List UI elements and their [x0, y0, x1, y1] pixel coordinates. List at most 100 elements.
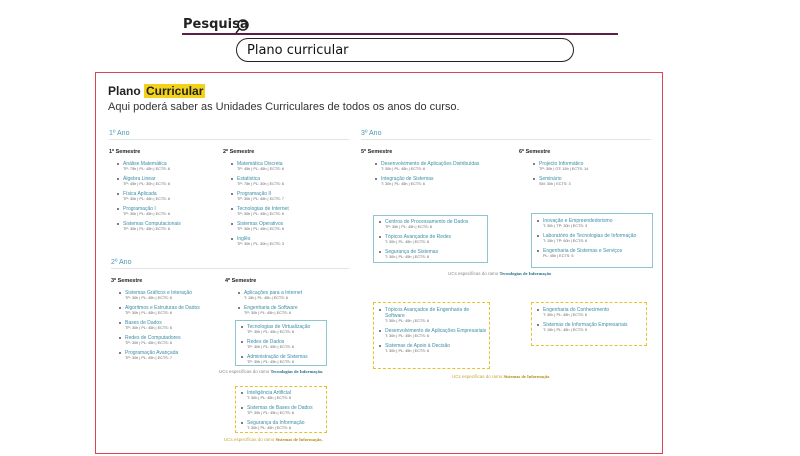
course-item: Análise Matemática TP: 75h | PL: 45h | EC… [116, 161, 216, 172]
course-details: TP: 30h | PL: 45h | ECTS: 6 [247, 411, 294, 415]
divider [361, 139, 651, 140]
note-text: UCs específicas do ramo [452, 374, 503, 379]
course-details: TP: 30h | OT: 15h | ECTS: 14 [539, 167, 589, 171]
course-details: TP: 30h | PL: 45h | ECTS: 6 [125, 296, 172, 300]
semester-5-heading: 5º Semestre [361, 149, 393, 155]
course-details: T: 30h | PL: 45h | ECTS: 6 [381, 167, 425, 171]
semester-2-heading: 2º Semestre [223, 149, 255, 155]
semester-5-list: Desenvolvimento de Aplicações Distribuíd… [374, 161, 504, 191]
course-item: Álgebra Linear TP: 45h | PL: 30h | ECTS: … [116, 176, 216, 187]
ti-branch-note: UCs específicas do ramo Tecnologias de I… [448, 271, 551, 276]
course-item: Sistemas de Apoio à Decisão T: 30h | PL: … [378, 343, 488, 354]
course-details: T: 30h | PL: 45h | ECTS: 6 [381, 182, 425, 186]
course-item: Matemática Discreta TP: 45h | PL: 45h | E… [230, 161, 340, 172]
course-item: Bases de Dados TP: 30h | PL: 45h | ECTS: … [118, 320, 220, 331]
course-item: Segurança de Sistemas T: 30h | PL: 45h | … [378, 249, 486, 260]
course-details: TP: 30h | PL: 45h | ECTS: 6 [237, 212, 284, 216]
course-item: Sistemas de Informação Empresariais T: 15… [536, 322, 646, 333]
course-details: TP: 30h | PL: 30h | ECTS: 3 [237, 242, 284, 246]
course-item: Desenvolvimento de Aplicações Distribuíd… [374, 161, 504, 172]
course-item: Física Aplicada TP: 30h | PL: 45h | ECTS:… [116, 191, 216, 202]
page-title: Plano Curricular [108, 84, 206, 98]
course-details: T: 15h | PL: 45h | ECTS: 6 [244, 296, 288, 300]
divider [109, 139, 349, 140]
course-details: T: 30h | PL: 45h | ECTS: 6 [247, 396, 291, 400]
search-box[interactable] [236, 38, 574, 62]
course-details: TP: 30h | PL: 45h | ECTS: 7 [237, 197, 284, 201]
course-details: TP: 30h | PL: 45h | ECTS: 6 [237, 227, 284, 231]
course-item: Engenharia de Software TP: 30h | PL: 45h … [237, 305, 327, 316]
ti-list: Centros de Processamento de Dados TP: 30h… [378, 219, 486, 264]
course-item: Tópicos Avançados de Redes T: 30h | PL: 4… [378, 234, 486, 245]
magnifier-icon[interactable] [234, 18, 252, 36]
course-item: Segurança da Informação T: 30h | PL: 45h … [240, 420, 326, 431]
course-details: TP: 75h | PL: 45h | ECTS: 6 [123, 167, 170, 171]
course-details: TP: 30h | PL: 45h | ECTS: 6 [247, 360, 294, 364]
course-details: TP: 30h | PL: 45h | ECTS: 7 [125, 356, 172, 360]
course-details: T: 15h | TP: 60h | ECTS: 6 [543, 239, 588, 243]
semester-3-list: Sistemas Gráficos e Interação TP: 30h | P… [118, 290, 220, 365]
course-details: TP: 30h | PL: 45h | ECTS: 6 [244, 311, 291, 315]
course-details: T: 30h | PL: 45h | ECTS: 6 [543, 313, 587, 317]
note-branch: Sistemas de Informação. [275, 437, 323, 442]
course-item: Tecnologias de Virtualização TP: 30h | PL… [240, 324, 326, 335]
course-item: Sistemas Computacionais TP: 30h | PL: 45h… [116, 221, 216, 232]
semester-4-list: Aplicações para a Internet T: 15h | PL: 4… [237, 290, 327, 320]
si-branch-note: UCs específicas do ramo Sistemas de Info… [452, 374, 550, 379]
year-2-heading: 2º Ano [111, 259, 132, 266]
course-item: Sistemas de Bases de Dados TP: 30h | PL: … [240, 405, 326, 416]
course-details: TP: 30h | PL: 45h | ECTS: 6 [123, 197, 170, 201]
course-item: Inovação e Empreendedorismo T: 30h | TP: … [536, 218, 652, 229]
semester-2-list: Matemática Discreta TP: 45h | PL: 45h | E… [230, 161, 340, 251]
course-item: Administração de Sistemas TP: 30h | PL: 4… [240, 354, 326, 365]
course-item: Tecnologias de Internet TP: 30h | PL: 45h… [230, 206, 340, 217]
semester-3-heading: 3º Semestre [111, 278, 143, 284]
course-details: T: 30h | PL: 45h | ECTS: 6 [385, 334, 429, 338]
course-item: Laboratório de Tecnologias de Informação… [536, 233, 652, 244]
course-details: TP: 30h | PL: 45h | ECTS: 6 [125, 311, 172, 315]
course-item: Estatística TP: 75h | PL: 30h | ECTS: 6 [230, 176, 340, 187]
course-details: T: 30h | PL: 45h | ECTS: 6 [247, 426, 291, 430]
course-item: Engenharia do Conhecimento T: 30h | PL: 4… [536, 307, 646, 318]
title-highlight: Curricular [144, 84, 206, 98]
course-details: TP: 30h | PL: 45h | ECTS: 6 [385, 225, 432, 229]
divider [111, 268, 349, 269]
course-details: TP: 30h | PL: 45h | ECTS: 6 [123, 212, 170, 216]
course-item: Desenvolvimento de Aplicações Empresaria… [378, 328, 488, 339]
si-specialization-box: Engenharia do Conhecimento T: 30h | PL: 4… [531, 302, 647, 346]
semester-4-heading: 4º Semestre [225, 278, 257, 284]
note-text: UCs específicas do ramo [448, 271, 499, 276]
course-item: Algoritmos e Estruturas de Dados TP: 30h … [118, 305, 220, 316]
course-item: Programação I TP: 30h | PL: 45h | ECTS: 6 [116, 206, 216, 217]
course-details: PL: 45h | ECTS: 5 [543, 254, 574, 258]
course-item: Sistemas Operativos TP: 30h | PL: 45h | E… [230, 221, 340, 232]
course-item: Tópicos Avançados de Engenharia de Softw… [378, 307, 488, 324]
ti-specialization-box: Tecnologias de Virtualização TP: 30h | PL… [235, 320, 327, 366]
note-branch: Sistemas de Informação [503, 374, 550, 379]
ti-specialization-box: Inovação e Empreendedorismo T: 30h | TP: … [531, 213, 653, 268]
course-details: T: 30h | PL: 45h | ECTS: 6 [385, 240, 429, 244]
course-details: TP: 30h | PL: 45h | ECTS: 6 [123, 227, 170, 231]
semester-1-heading: 1º Semestre [109, 149, 141, 155]
course-details: SM: 30h | ECTS: 3 [539, 182, 571, 186]
si-specialization-box: Inteligência Artificial T: 30h | PL: 45h … [235, 386, 327, 433]
note-branch: Tecnologias de Informação [499, 271, 552, 276]
curriculum-panel: Plano Curricular Aqui poderá saber as Un… [95, 72, 663, 454]
search-input[interactable] [247, 41, 557, 59]
course-details: TP: 75h | PL: 30h | ECTS: 6 [237, 182, 284, 186]
si-branch-note: UCs específicas do ramo Sistemas de Info… [224, 437, 323, 442]
si-list: Tópicos Avançados de Engenharia de Softw… [378, 307, 488, 358]
course-link[interactable]: Tópicos Avançados de Engenharia de Softw… [385, 307, 488, 319]
course-item: Aplicações para a Internet T: 15h | PL: 4… [237, 290, 327, 301]
course-details: T: 30h | TP: 30h | ECTS: 3 [543, 224, 588, 228]
course-item: Projecto Informático TP: 30h | OT: 15h | … [532, 161, 648, 172]
course-item: Redes de Computadores TP: 30h | PL: 45h |… [118, 335, 220, 346]
course-details: TP: 30h | PL: 45h | ECTS: 6 [247, 330, 294, 334]
course-details: TP: 45h | PL: 30h | ECTS: 6 [123, 182, 170, 186]
course-details: T: 30h | PL: 45h | ECTS: 6 [385, 255, 429, 259]
course-details: TP: 30h | PL: 45h | ECTS: 6 [125, 341, 172, 345]
note-branch: Tecnologias de Informação. [270, 369, 324, 374]
course-item: Seminário SM: 30h | ECTS: 3 [532, 176, 648, 187]
course-item: Inteligência Artificial T: 30h | PL: 45h … [240, 390, 326, 401]
course-details: TP: 30h | PL: 45h | ECTS: 6 [125, 326, 172, 330]
